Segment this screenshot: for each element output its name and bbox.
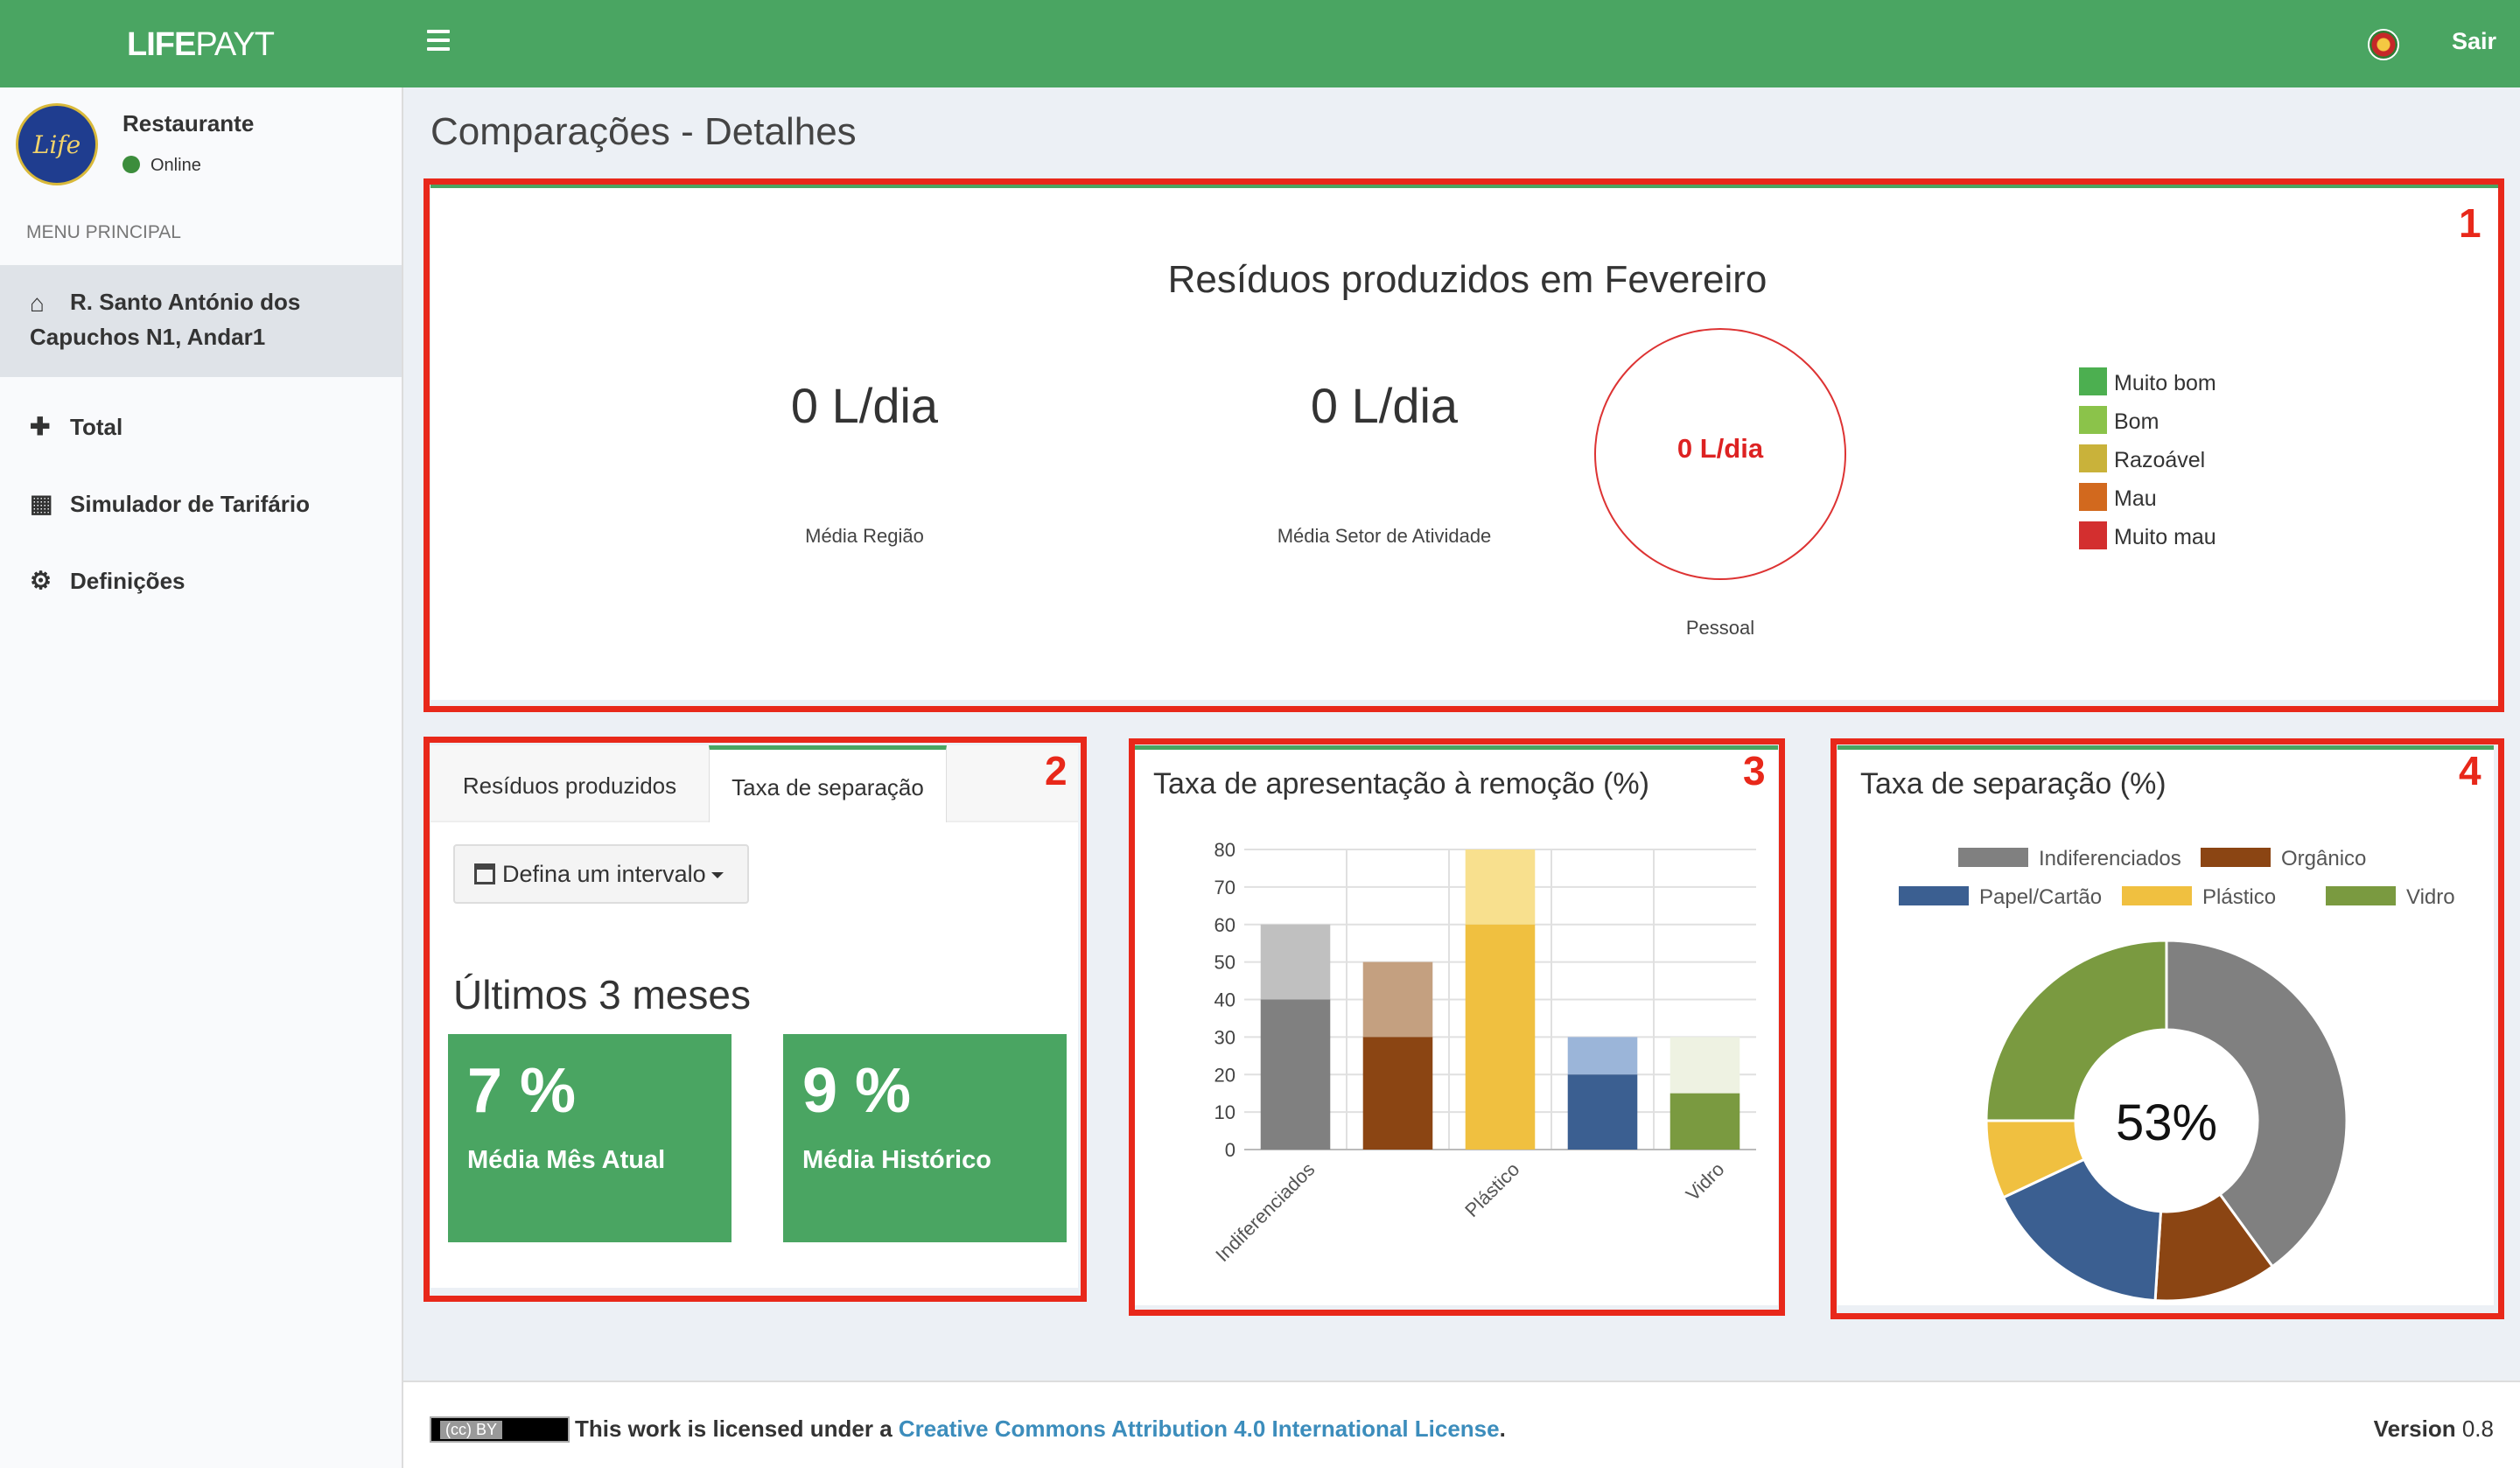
language-flag-icon[interactable] <box>2368 29 2399 60</box>
menu-header: MENU PRINCIPAL <box>26 222 181 242</box>
avatar <box>16 103 98 185</box>
sidebar-item-address[interactable]: ⌂ R. Santo António dos Capuchos N1, Anda… <box>0 265 402 377</box>
menu-toggle-icon[interactable] <box>427 30 450 54</box>
cogs-icon: ⚙ <box>30 567 52 594</box>
top-navbar: LIFEPAYT Sair <box>0 0 2520 87</box>
cc-license-badge[interactable] <box>430 1416 570 1443</box>
footer: This work is licensed under a Creative C… <box>403 1381 2520 1468</box>
home-icon: ⌂ <box>30 290 45 317</box>
sidebar-item-settings[interactable]: ⚙ Definições <box>0 553 402 609</box>
user-status: Online <box>122 156 201 176</box>
highlight-label-1: 1 <box>2459 200 2482 246</box>
plus-icon: ✚ <box>30 413 51 440</box>
highlight-box-1 <box>424 178 2504 712</box>
page-title: Comparações - Detalhes <box>430 110 857 153</box>
sidebar-item-simulator[interactable]: ▦ Simulador de Tarifário <box>0 476 402 532</box>
app-logo[interactable]: LIFEPAYT <box>127 26 275 64</box>
calculator-icon: ▦ <box>30 490 53 517</box>
version-info: Version 0.8 <box>2373 1416 2494 1442</box>
highlight-label-4: 4 <box>2459 748 2482 793</box>
highlight-box-2 <box>424 737 1087 1302</box>
user-name: Restaurante <box>122 110 255 136</box>
sidebar-item-total[interactable]: ✚ Total <box>0 399 402 455</box>
online-dot-icon <box>122 156 140 173</box>
license-text: This work is licensed under a Creative C… <box>575 1416 1506 1442</box>
logout-button[interactable]: Sair <box>2452 28 2496 55</box>
highlight-box-3 <box>1129 738 1785 1316</box>
highlight-label-2: 2 <box>1045 748 1068 793</box>
sidebar: Restaurante Online MENU PRINCIPAL ⌂ R. S… <box>0 87 403 1468</box>
license-link[interactable]: Creative Commons Attribution 4.0 Interna… <box>899 1416 1500 1442</box>
highlight-box-4 <box>1830 738 2504 1319</box>
highlight-label-3: 3 <box>1743 748 1766 793</box>
